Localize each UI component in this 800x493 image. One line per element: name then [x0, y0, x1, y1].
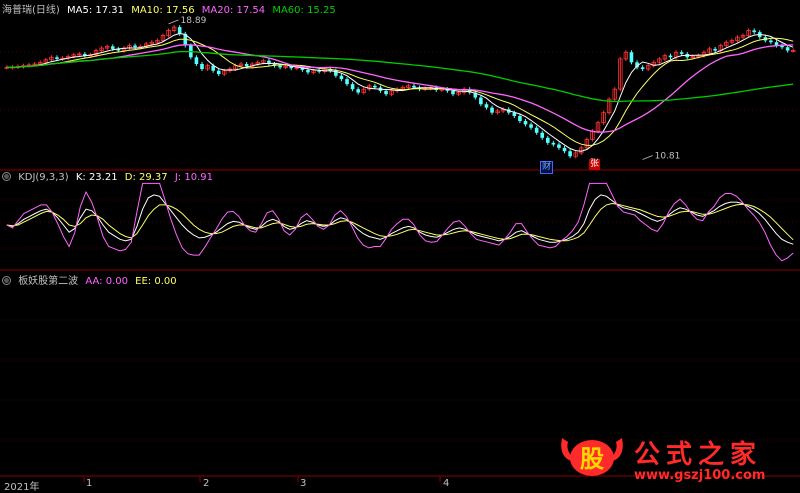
custom-aa-label: AA: 0.00 — [85, 276, 128, 287]
candle-body — [278, 65, 282, 68]
kdj-legend: KDJ(9,3,3) K: 23.21 D: 29.37 J: 10.91 — [2, 172, 217, 183]
finance-marker[interactable]: 财 — [540, 161, 554, 174]
candle-body — [306, 69, 310, 73]
candle-body — [244, 64, 249, 67]
ma60-label: MA60: 15.25 — [272, 5, 336, 16]
price-annotation-arrow — [168, 19, 179, 25]
ma20-label: MA20: 17.54 — [201, 5, 266, 16]
candle-body — [484, 104, 489, 108]
candle-body — [629, 52, 634, 63]
candle-body — [412, 85, 416, 88]
stock-chart[interactable]: 18.89 10.81 — [0, 0, 800, 490]
ma5-label: MA5: 17.31 — [67, 5, 125, 16]
logo-icon: 股 — [561, 438, 623, 476]
indicator-toggle-icon[interactable] — [2, 172, 11, 181]
watermark-url: www.gszj100.com — [634, 468, 766, 483]
candle-body — [194, 57, 199, 64]
price-annotation-label: 10.81 — [655, 151, 681, 161]
ma10-label: MA10: 17.56 — [131, 5, 195, 16]
price-annotation-arrow — [642, 155, 653, 160]
indicator-toggle-icon[interactable] — [2, 276, 11, 285]
logo-char: 股 — [580, 445, 604, 473]
main-legend: 海普瑞(日线) MA5: 17.31 MA10: 17.56 MA20: 17.… — [2, 1, 340, 16]
candle-body — [216, 70, 221, 75]
candle-body — [345, 79, 349, 85]
candle-body — [479, 97, 483, 105]
watermark: 股 公式之家 www.gszj100.com — [556, 432, 796, 484]
candle-body — [384, 90, 388, 95]
candle-body — [551, 142, 556, 145]
candle-body — [752, 30, 756, 33]
candle-body — [339, 75, 344, 80]
watermark-title: 公式之家 — [634, 440, 763, 470]
candle-body — [568, 151, 572, 157]
candle-body — [668, 55, 673, 58]
candle-body — [785, 47, 790, 51]
x-axis-month-label: 3 — [300, 478, 307, 489]
price-annotation-label: 18.89 — [181, 16, 207, 26]
candle-body — [640, 67, 645, 70]
candle-body — [110, 46, 115, 49]
candle-body — [769, 40, 773, 43]
candle-body — [55, 57, 59, 59]
candle-body — [562, 147, 567, 152]
kdj-k-label: K: 23.21 — [75, 172, 118, 183]
x-axis-year-label: 2021年 — [4, 482, 40, 493]
x-axis-month-label: 2 — [203, 478, 210, 489]
candle-body — [490, 107, 494, 113]
candle-body — [546, 137, 550, 143]
x-axis-month-label: 1 — [86, 478, 93, 489]
limit-up-marker[interactable]: 张 — [589, 159, 601, 170]
candle-body — [177, 27, 182, 34]
candle-body — [356, 89, 360, 93]
candle-body — [373, 85, 377, 88]
custom-ee-label: EE: 0.00 — [135, 276, 177, 287]
ma60-line — [6, 50, 794, 103]
candle-body — [451, 90, 455, 95]
candle-body — [679, 52, 684, 54]
custom-title: 板妖股第二波 — [18, 276, 79, 287]
candle-body — [557, 144, 561, 148]
candle-body — [713, 48, 717, 51]
kdj-j-label: J: 10.91 — [174, 172, 213, 183]
candle-body — [534, 127, 539, 133]
candle-body — [133, 45, 137, 48]
stock-name: 海普瑞(日线) — [2, 5, 60, 16]
candle-body — [523, 121, 528, 125]
candle-body — [540, 132, 545, 138]
x-axis-month-label: 4 — [443, 478, 450, 489]
kdj-d-label: D: 29.37 — [124, 172, 168, 183]
candle-body — [518, 116, 522, 122]
custom-legend: 板妖股第二波 AA: 0.00 EE: 0.00 — [2, 272, 181, 287]
candle-body — [350, 84, 355, 90]
candle-body — [200, 64, 204, 70]
candle-body — [529, 124, 533, 128]
kdj-title: KDJ(9,3,3) — [18, 172, 69, 183]
